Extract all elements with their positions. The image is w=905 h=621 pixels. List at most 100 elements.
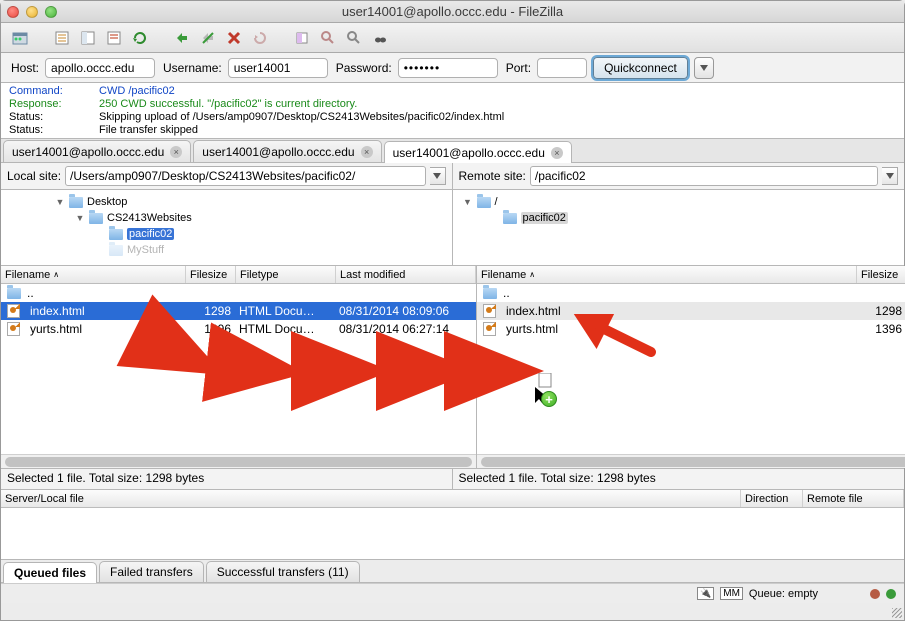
file-name: yurts.html [26, 322, 185, 336]
username-label: Username: [163, 61, 222, 75]
parent-dir-row[interactable]: .. [477, 284, 905, 302]
file-modified: 08/31/2014 06:27:14 [335, 322, 475, 336]
disconnect-icon[interactable] [223, 27, 245, 49]
local-path-text: /Users/amp0907/Desktop/CS2413Websites/pa… [70, 169, 355, 183]
list-col-filetype[interactable]: Filetype [236, 266, 336, 283]
html-file-icon [7, 304, 20, 318]
site-tab[interactable]: user14001@apollo.occc.edu× [3, 140, 191, 162]
remote-tree[interactable]: ▼/ pacific02 [453, 190, 905, 265]
file-name: index.html [502, 304, 856, 318]
cancel-icon[interactable] [197, 27, 219, 49]
queue-col-remote[interactable]: Remote file [803, 490, 904, 507]
password-label: Password: [336, 61, 392, 75]
filter-icon[interactable] [291, 27, 313, 49]
toggle-tree-icon[interactable] [77, 27, 99, 49]
folder-icon [89, 213, 103, 224]
message-log[interactable]: Command:CWD /pacific02Response:250 CWD s… [1, 83, 904, 139]
host-input[interactable] [45, 58, 155, 78]
list-col-filesize[interactable]: Filesize [186, 266, 236, 283]
tree-node[interactable]: Desktop [87, 196, 127, 208]
remote-selection-status: Selected 1 file. Total size: 1298 bytes [453, 469, 905, 489]
resize-handle[interactable] [890, 606, 902, 618]
file-size: 1396 [856, 322, 905, 336]
file-row[interactable]: yurts.html1396HTML Docu…08/31/2014 06:27… [1, 320, 476, 338]
queue-col-server[interactable]: Server/Local file [1, 490, 741, 507]
list-col-filename[interactable]: Filename∧ [477, 266, 857, 283]
remote-file-list[interactable]: Filename∧FilesizeFiletyp ..index.html129… [477, 266, 905, 468]
toggle-log-icon[interactable] [51, 27, 73, 49]
quickconnect-history-dropdown[interactable] [694, 57, 714, 79]
reconnect-icon[interactable] [249, 27, 271, 49]
list-col-lastmod[interactable]: Last modified [336, 266, 476, 283]
queue-body[interactable] [1, 508, 904, 560]
html-file-icon [483, 304, 496, 318]
remote-path-input[interactable]: /pacific02 [530, 166, 878, 186]
host-label: Host: [11, 61, 39, 75]
log-line: Status:File transfer skipped [9, 124, 896, 137]
file-type: HTML Docu… [235, 322, 335, 336]
tree-node-selected[interactable]: pacific02 [521, 212, 568, 224]
local-tree[interactable]: ▼Desktop ▼CS2413Websites pacific02 MyStu… [1, 190, 453, 265]
tab-queued-files[interactable]: Queued files [3, 562, 97, 583]
file-row[interactable]: index.html1298HTML Docu…08/31/2014 08:09… [1, 302, 476, 320]
file-name: yurts.html [502, 322, 856, 336]
site-tabs: user14001@apollo.occc.edu×user14001@apol… [1, 139, 904, 163]
local-selection-status: Selected 1 file. Total size: 1298 bytes [1, 469, 453, 489]
port-input[interactable] [537, 58, 587, 78]
log-line: Command:CWD /pacific02 [9, 85, 896, 98]
local-path-input[interactable]: /Users/amp0907/Desktop/CS2413Websites/pa… [65, 166, 425, 186]
tab-successful-transfers[interactable]: Successful transfers (11) [206, 561, 360, 582]
activity-indicator-1 [870, 589, 880, 599]
quickconnect-button[interactable]: Quickconnect [593, 57, 688, 79]
file-lists: Filename∧FilesizeFiletypeLast modified .… [1, 266, 904, 469]
folder-icon [483, 288, 497, 299]
path-row: Local site: /Users/amp0907/Desktop/CS241… [1, 163, 904, 190]
tree-node[interactable]: / [495, 196, 498, 208]
local-path-dropdown[interactable] [430, 167, 446, 185]
password-input[interactable] [398, 58, 498, 78]
compare-icon[interactable] [317, 27, 339, 49]
folder-icon [7, 288, 21, 299]
tree-node[interactable]: MyStuff [127, 244, 164, 256]
file-row[interactable]: index.html1298HTML D [477, 302, 905, 320]
local-file-list[interactable]: Filename∧FilesizeFiletypeLast modified .… [1, 266, 477, 468]
remote-path-dropdown[interactable] [882, 167, 898, 185]
file-size: 1298 [185, 304, 235, 318]
toggle-queue-icon[interactable] [103, 27, 125, 49]
activity-indicator-2 [886, 589, 896, 599]
sync-browse-icon[interactable] [343, 27, 365, 49]
tree-node-selected[interactable]: pacific02 [127, 228, 174, 240]
file-row[interactable]: yurts.html1396HTML D [477, 320, 905, 338]
site-tab[interactable]: user14001@apollo.occc.edu× [193, 140, 381, 162]
process-queue-icon[interactable] [171, 27, 193, 49]
site-tab-label: user14001@apollo.occc.edu [393, 146, 545, 160]
file-modified: 08/31/2014 08:09:06 [335, 304, 475, 318]
quickconnect-bar: Host: Username: Password: Port: Quickcon… [1, 53, 904, 83]
horizontal-scrollbar[interactable] [477, 454, 905, 468]
refresh-icon[interactable] [129, 27, 151, 49]
close-tab-icon[interactable]: × [361, 146, 373, 158]
site-tab[interactable]: user14001@apollo.occc.edu × [384, 141, 572, 163]
parent-dir-row[interactable]: .. [1, 284, 476, 302]
drop-add-icon: + [541, 391, 557, 407]
close-tab-icon[interactable]: × [551, 147, 563, 159]
list-col-filename[interactable]: Filename∧ [1, 266, 186, 283]
file-name: index.html [26, 304, 185, 318]
tree-node[interactable]: CS2413Websites [107, 212, 192, 224]
html-file-icon [483, 322, 496, 336]
horizontal-scrollbar[interactable] [1, 454, 476, 468]
queue-col-direction[interactable]: Direction [741, 490, 803, 507]
file-size: 1396 [185, 322, 235, 336]
username-input[interactable] [228, 58, 328, 78]
html-file-icon [7, 322, 20, 336]
ftp-mode-icon: 🔌 [697, 587, 714, 600]
find-icon[interactable] [369, 27, 391, 49]
remote-path-text: /pacific02 [535, 169, 586, 183]
queue-status-label: Queue: empty [749, 588, 818, 600]
close-tab-icon[interactable]: × [170, 146, 182, 158]
queue-columns: Server/Local file Direction Remote file [1, 490, 904, 508]
folder-icon [503, 213, 517, 224]
site-manager-icon[interactable] [9, 27, 31, 49]
list-col-filesize[interactable]: Filesize [857, 266, 905, 283]
tab-failed-transfers[interactable]: Failed transfers [99, 561, 204, 582]
